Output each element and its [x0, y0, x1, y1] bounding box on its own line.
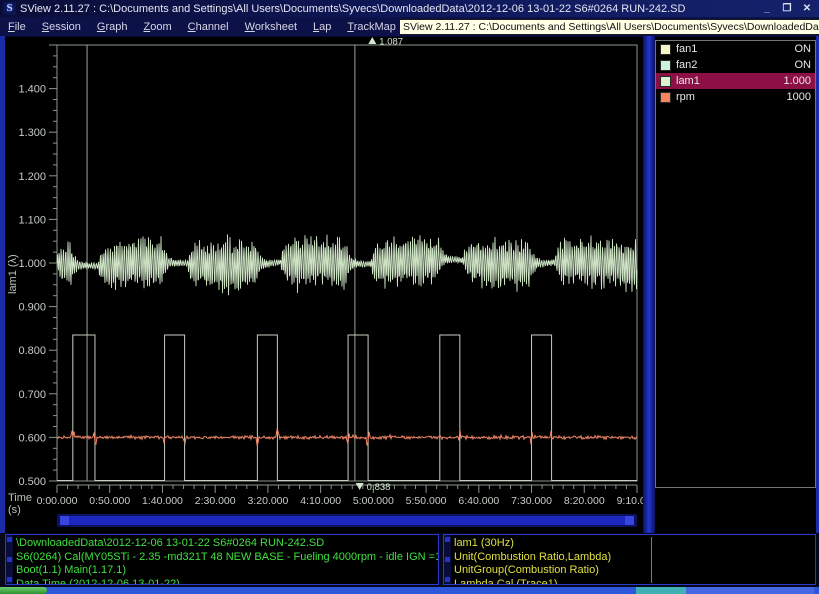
x-axis-title-units: (s) — [8, 504, 21, 516]
channel-name: lam1 — [676, 75, 778, 87]
graph-area[interactable]: 1.400 1.300 1.200 1.100 1.000 0.900 0.800 0.700… — [5, 36, 643, 533]
x-tick-label: 5:00.000 — [353, 495, 394, 507]
x-tick-label: 6:40.000 — [458, 495, 499, 507]
x-tick-label: 4:10.000 — [300, 495, 341, 507]
status-line: Boot(1.1) Main(1.17.1) — [16, 564, 438, 578]
channel-value: 1.000 — [783, 75, 811, 87]
x-tick-label: 8:20.000 — [564, 495, 605, 507]
y-tick-label: 0.900 — [18, 302, 46, 314]
channel-color-swatch — [660, 92, 671, 103]
x-tick-label: 9:10.000 — [617, 495, 643, 507]
taskbar — [0, 587, 819, 594]
y-axis-title: lam1 (λ) — [7, 254, 19, 294]
scrollbar-left-handle[interactable] — [60, 516, 69, 525]
channel-color-swatch — [660, 60, 671, 71]
y-tick-label: 1.000 — [18, 258, 46, 270]
y-tick-label: 1.200 — [18, 171, 46, 183]
y-tick-label: 1.300 — [18, 127, 46, 139]
channel-row-fan2[interactable]: fan2 ON — [656, 57, 815, 73]
restore-button[interactable]: ❐ — [781, 3, 793, 14]
channel-row-lam1[interactable]: lam1 1.000 — [656, 73, 815, 89]
scrollbar-vertical-icon[interactable] — [6, 535, 13, 584]
tooltip: SView 2.11.27 : C:\Documents and Setting… — [399, 19, 819, 35]
panel-divider[interactable] — [643, 36, 655, 533]
channel-name: fan2 — [676, 59, 790, 71]
channel-row-rpm[interactable]: rpm 1000 — [656, 89, 815, 105]
session-info-box[interactable]: \DownloadedData\2012-12-06 13-01-22 S6#0… — [5, 534, 439, 585]
taskbar-segment — [686, 587, 814, 594]
status-line-clipped: Lambda Cal (Trace1) — [454, 578, 815, 586]
status-line: Unit(Combustion Ratio,Lambda) — [454, 551, 815, 565]
y-tick-label: 0.800 — [18, 345, 46, 357]
channel-name: fan1 — [676, 43, 790, 55]
title-bar: S SView 2.11.27 : C:\Documents and Setti… — [0, 0, 819, 17]
menu-file[interactable]: File — [0, 19, 34, 35]
channel-value: ON — [795, 43, 812, 55]
scrollbar-vertical-icon[interactable] — [444, 535, 451, 584]
channel-info-text: lam1 (30Hz)Unit(Combustion Ratio,Lambda)… — [454, 535, 815, 585]
x-tick-label: 7:30.000 — [511, 495, 552, 507]
start-button[interactable] — [0, 587, 47, 594]
channel-name: rpm — [676, 91, 782, 103]
status-bar: \DownloadedData\2012-12-06 13-01-22 S6#0… — [0, 533, 819, 587]
svg-text:0.838: 0.838 — [367, 482, 391, 493]
x-scrollbar[interactable] — [57, 514, 637, 527]
menu-trackmap[interactable]: TrackMap — [339, 19, 404, 35]
channel-value: ON — [795, 59, 812, 71]
channel-value: 1000 — [787, 91, 811, 103]
x-tick-label: 0:50.000 — [89, 495, 130, 507]
status-line: UnitGroup(Combustion Ratio) — [454, 564, 815, 578]
channel-list-panel: fan1 ON fan2 ON lam1 1.000rpm 1000 — [655, 40, 816, 488]
status-line: S6(0264) Cal(MY05STi - 2.35 -md321T 48 N… — [16, 551, 438, 565]
menu-graph[interactable]: Graph — [89, 19, 136, 35]
x-tick-label: 3:20.000 — [247, 495, 288, 507]
window-title: SView 2.11.27 : C:\Documents and Setting… — [20, 3, 761, 15]
y-tick-label: 1.400 — [18, 84, 46, 96]
session-info-text: \DownloadedData\2012-12-06 13-01-22 S6#0… — [16, 535, 438, 585]
divider — [651, 537, 652, 583]
y-tick-label: 0.700 — [18, 389, 46, 401]
status-line-clipped: Data Time (2012-12-06 13-01-22) — [16, 578, 438, 586]
channel-color-swatch — [660, 44, 671, 55]
channel-row-fan1[interactable]: fan1 ON — [656, 41, 815, 57]
min-marker: 0.838 — [356, 482, 391, 493]
minimize-button[interactable]: _ — [761, 3, 773, 14]
menu-channel[interactable]: Channel — [180, 19, 237, 35]
svg-text:1.087: 1.087 — [379, 37, 403, 48]
scrollbar-right-handle[interactable] — [625, 516, 634, 525]
x-tick-label: 2:30.000 — [195, 495, 236, 507]
taskbar-segment — [636, 587, 686, 594]
y-axis: 1.400 1.300 1.200 1.100 1.000 0.900 0.800 0.700… — [18, 45, 57, 488]
close-button[interactable]: ✕ — [801, 3, 813, 14]
x-axis: 0:00.000 0:50.000 1:40.000 2:30.000 3:20.000… — [37, 485, 643, 507]
y-tick-label: 0.500 — [18, 476, 46, 488]
app-icon: S — [3, 2, 16, 15]
x-axis-title: Time — [8, 492, 32, 504]
x-tick-label: 1:40.000 — [142, 495, 183, 507]
menu-lap[interactable]: Lap — [305, 19, 339, 35]
x-tick-label: 0:00.000 — [37, 495, 78, 507]
menu-worksheet[interactable]: Worksheet — [237, 19, 305, 35]
channel-color-swatch — [660, 76, 671, 87]
menu-zoom[interactable]: Zoom — [135, 19, 179, 35]
y-tick-label: 0.600 — [18, 432, 46, 444]
channel-info-box[interactable]: lam1 (30Hz)Unit(Combustion Ratio,Lambda)… — [443, 534, 816, 585]
menu-session[interactable]: Session — [34, 19, 89, 35]
x-tick-label: 5:50.000 — [406, 495, 447, 507]
status-line: lam1 (30Hz) — [454, 537, 815, 551]
status-line: \DownloadedData\2012-12-06 13-01-22 S6#0… — [16, 537, 438, 551]
sview-window: S SView 2.11.27 : C:\Documents and Setti… — [0, 0, 819, 594]
y-tick-label: 1.100 — [18, 214, 46, 226]
